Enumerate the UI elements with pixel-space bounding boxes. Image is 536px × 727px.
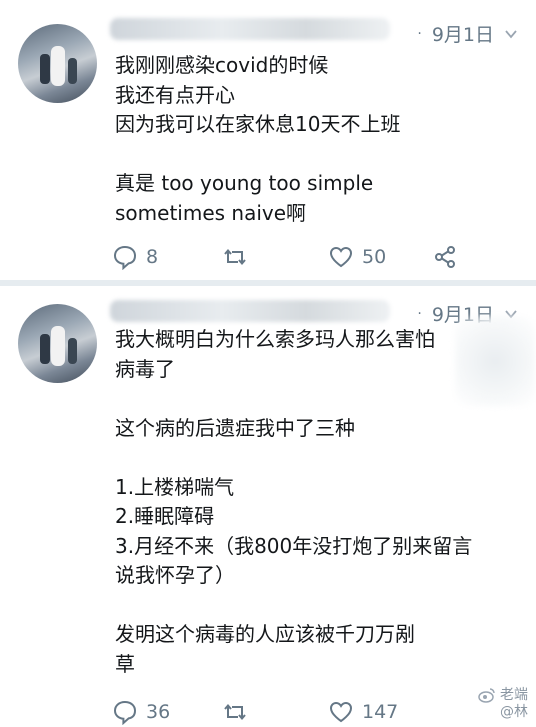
watermark-line2: @林 — [500, 704, 528, 720]
tweet-2[interactable]: · 9月1日 我大概明白为什么索多玛人那么害怕 病毒了 这个病的后遗症我中了三种… — [0, 286, 536, 727]
tweet-meta: · 9月1日 — [417, 20, 518, 47]
weibo-watermark: 老端 @林 — [478, 686, 528, 721]
blurred-username — [110, 18, 390, 40]
tweet-actions: 36 147 — [112, 699, 472, 725]
weibo-logo-icon — [478, 688, 495, 703]
retweet-icon — [224, 703, 246, 721]
like-button[interactable]: 147 — [328, 699, 432, 725]
retweet-button[interactable] — [222, 244, 328, 270]
tweet-1[interactable]: · 9月1日 我刚刚感染covid的时候 我还有点开心 因为我可以在家休息10天… — [0, 0, 536, 280]
tweet-actions: 8 50 — [112, 244, 472, 270]
avatar[interactable] — [18, 24, 97, 103]
share-icon — [435, 246, 455, 268]
tweet-date: 9月1日 — [431, 24, 494, 46]
retweet-icon — [224, 248, 246, 266]
like-count: 147 — [362, 701, 399, 723]
tweet-text: 我刚刚感染covid的时候 我还有点开心 因为我可以在家休息10天不上班 真是 … — [115, 53, 401, 225]
like-button[interactable]: 50 — [328, 244, 432, 270]
reply-button[interactable]: 8 — [112, 244, 222, 270]
like-icon — [329, 701, 353, 723]
like-icon — [329, 246, 353, 268]
reply-count: 8 — [146, 246, 159, 268]
retweet-button[interactable] — [222, 699, 328, 725]
watermark-line1: 老端 — [500, 686, 528, 703]
avatar[interactable] — [18, 304, 97, 383]
blurred-username — [110, 300, 390, 322]
reply-count: 36 — [146, 701, 171, 723]
reply-button[interactable]: 36 — [112, 699, 222, 725]
blurred-region — [455, 316, 535, 406]
share-button[interactable] — [432, 244, 458, 270]
reply-icon — [113, 700, 137, 725]
chevron-down-icon[interactable] — [504, 27, 518, 41]
reply-icon — [113, 245, 137, 270]
like-count: 50 — [362, 246, 387, 268]
